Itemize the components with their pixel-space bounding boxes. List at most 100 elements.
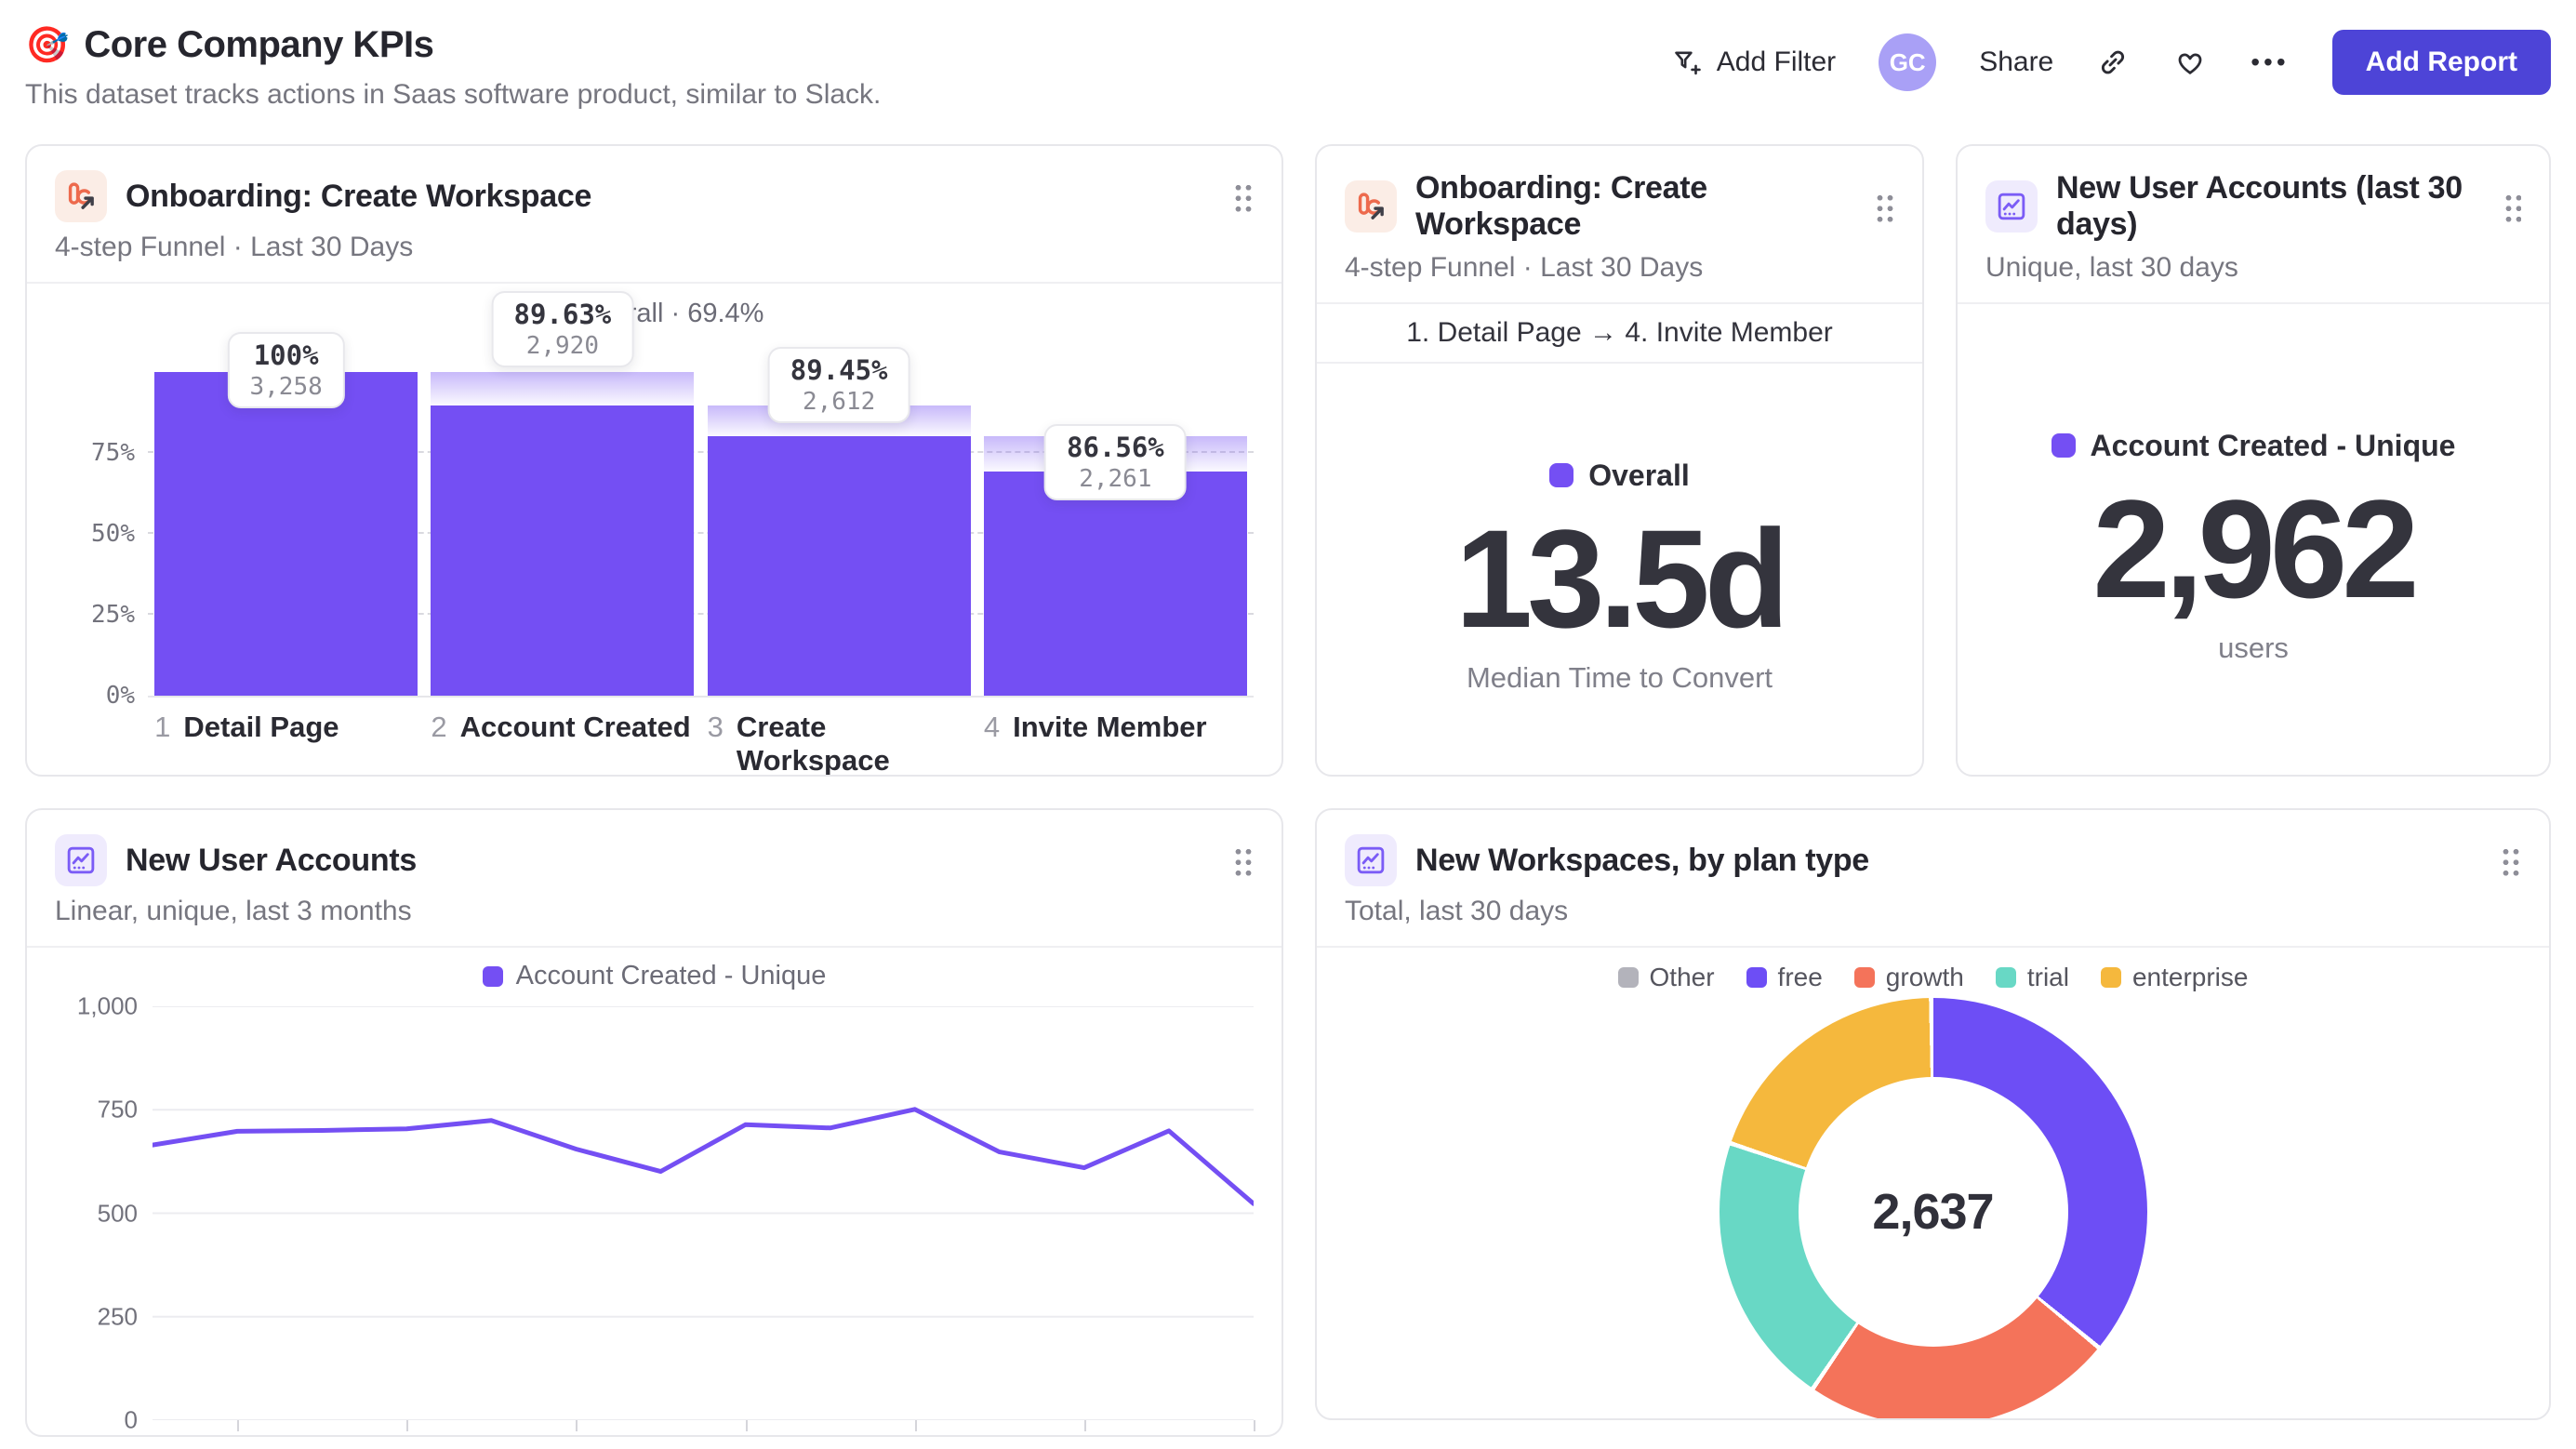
donut-total: 2,637 (1872, 1184, 1994, 1240)
drag-handle-icon[interactable] (1233, 180, 1254, 212)
funnel-bar-count: 2,612 (802, 388, 876, 417)
funnel-dropoff-ghost (431, 372, 695, 406)
card-new-user-accounts-trend: New User Accounts Linear, unique, last 3… (25, 808, 1283, 1437)
line-y-axis: 0 250 500 750 1,000 (55, 992, 153, 1434)
step-name: Create Workspace (736, 711, 890, 777)
funnel-bar-pct: 89.63% (513, 299, 612, 330)
legend-swatch (1995, 967, 2016, 988)
funnel-y-tick-label: 25% (91, 601, 135, 629)
dashboard-header-actions: Add Filter GC Share ••• Add Report (1672, 24, 2551, 95)
line-y-tick-label: 250 (97, 1302, 138, 1331)
legend-label: Overall (1588, 458, 1690, 492)
funnel-bar[interactable] (983, 471, 1247, 696)
drag-handle-icon[interactable] (2503, 191, 2521, 222)
card-divider (27, 946, 1281, 948)
line-chart: 0 250 500 750 1,000 (27, 992, 1281, 1434)
more-icon: ••• (2251, 47, 2290, 76)
funnel-bar-pct: 100% (253, 339, 319, 371)
legend-label: Other (1649, 963, 1715, 991)
step-number: 4 (983, 711, 1001, 743)
line-y-tick-label: 500 (97, 1199, 138, 1227)
donut-legend-item[interactable]: enterprise (2100, 963, 2248, 992)
funnel-legend[interactable]: Overall · 69.4% (27, 299, 1281, 329)
donut-legend-item[interactable]: Other (1617, 963, 1715, 992)
avatar[interactable]: GC (1879, 33, 1937, 91)
drag-handle-icon[interactable] (1233, 844, 1254, 876)
legend-swatch (1853, 967, 1875, 988)
card-time-to-convert: Onboarding: Create Workspace 4-step Funn… (1315, 144, 1924, 777)
page-title: Core Company KPIs (84, 24, 434, 65)
legend-swatch (1549, 463, 1574, 488)
funnel-step-label[interactable]: 3 Create Workspace (701, 711, 977, 777)
funnel-y-axis: 0% 25% 50% 75% (55, 372, 148, 710)
legend-swatch (1617, 967, 1639, 988)
more-menu-button[interactable]: ••• (2251, 47, 2289, 77)
donut-legend-item[interactable]: free (1746, 963, 1823, 992)
card-subtitle: Total, last 30 days (1345, 896, 1569, 926)
add-report-button[interactable]: Add Report (2331, 30, 2551, 95)
line-x-tick (406, 1420, 409, 1431)
funnel-chart: 0% 25% 50% 75% 100% 3,258 89.63% 2,920 89.45% 2,… (27, 291, 1281, 710)
card-subtitle: Unique, last 30 days (1985, 252, 2238, 283)
line-y-tick-label: 750 (97, 1095, 138, 1123)
line-x-tick (1254, 1420, 1255, 1431)
funnel-bar-count: 3,258 (249, 373, 323, 401)
metric-legend[interactable]: Overall (1549, 459, 1690, 493)
donut-chart[interactable]: 2,637 (1719, 998, 2147, 1418)
dashboard-emoji-icon: 🎯 (25, 25, 70, 65)
dashboard-grid: Onboarding: Create Workspace 4-step Funn… (0, 144, 2576, 1437)
funnel-report-icon (55, 170, 107, 222)
funnel-bar[interactable] (707, 436, 971, 696)
funnel-bar-pct: 89.45% (790, 354, 888, 387)
step-name: Account Created (459, 711, 691, 743)
card-title: New User Accounts (last 30 days) (2056, 170, 2463, 242)
legend-swatch (2051, 433, 2076, 459)
metric-legend[interactable]: Account Created - Unique (2051, 429, 2455, 463)
donut-legend: Other free growth trial enterprise (1317, 963, 2549, 992)
line-x-tick (745, 1420, 748, 1431)
line-x-tick (576, 1420, 578, 1431)
step-number: 2 (431, 711, 447, 743)
funnel-step-range: 1. Detail Page → 4. Invite Member (1406, 317, 1833, 348)
funnel-step-label[interactable]: 2 Account Created (424, 711, 700, 775)
legend-swatch (482, 965, 503, 987)
donut-hole: 2,637 (1798, 1077, 2068, 1347)
donut-legend-item[interactable]: trial (1995, 963, 2069, 992)
heart-icon (2178, 53, 2202, 74)
card-workspaces-by-plan: New Workspaces, by plan type Total, last… (1315, 808, 2551, 1420)
funnel-bar-pct: 86.56% (1066, 432, 1164, 464)
funnel-x-axis: 1 Detail Page 2 Account Created 3 Create Work… (148, 711, 1254, 777)
funnel-bar[interactable] (431, 405, 695, 696)
drag-handle-icon[interactable] (1875, 191, 1894, 222)
funnel-step-label[interactable]: 1 Detail Page (148, 711, 424, 775)
funnel-plot: 100% 3,258 89.63% 2,920 89.45% 2,612 86.56% 2,2… (148, 291, 1254, 698)
funnel-y-tick-label: 75% (91, 439, 135, 467)
metric-caption: users (2218, 631, 2289, 665)
metric-block: Account Created - Unique 2,962 users (1958, 304, 2549, 775)
metric-caption: Median Time to Convert (1466, 661, 1773, 695)
card-title: New Workspaces, by plan type (1415, 842, 1869, 878)
favorite-button[interactable] (2172, 45, 2208, 80)
card-subtitle: Linear, unique, last 3 months (55, 896, 412, 926)
funnel-bar-count: 2,261 (1079, 465, 1152, 494)
line-legend[interactable]: Account Created - Unique (27, 961, 1281, 991)
donut-legend-item[interactable]: growth (1853, 963, 1964, 992)
trend-line[interactable] (153, 1107, 1254, 1206)
funnel-bar[interactable] (154, 372, 418, 696)
line-y-tick-label: 0 (124, 1405, 138, 1434)
step-name: Detail Page (183, 711, 339, 743)
funnel-y-tick-label: 50% (91, 520, 135, 548)
card-title: New User Accounts (126, 842, 417, 878)
funnel-bar-tooltip: 100% 3,258 (227, 332, 345, 408)
insights-report-icon (1345, 834, 1397, 886)
drag-handle-icon[interactable] (2501, 844, 2521, 876)
funnel-bar-count: 2,920 (525, 332, 600, 360)
add-filter-button[interactable]: Add Filter (1672, 47, 1836, 78)
copy-link-button[interactable] (2096, 46, 2130, 79)
line-y-tick-label: 1,000 (76, 991, 138, 1020)
funnel-step-label[interactable]: 4 Invite Member (977, 711, 1254, 775)
funnel-bar-tooltip: 86.56% 2,261 (1043, 424, 1187, 501)
share-button[interactable]: Share (1979, 47, 2053, 78)
line-plot (153, 1006, 1255, 1431)
step-number: 3 (707, 711, 724, 743)
